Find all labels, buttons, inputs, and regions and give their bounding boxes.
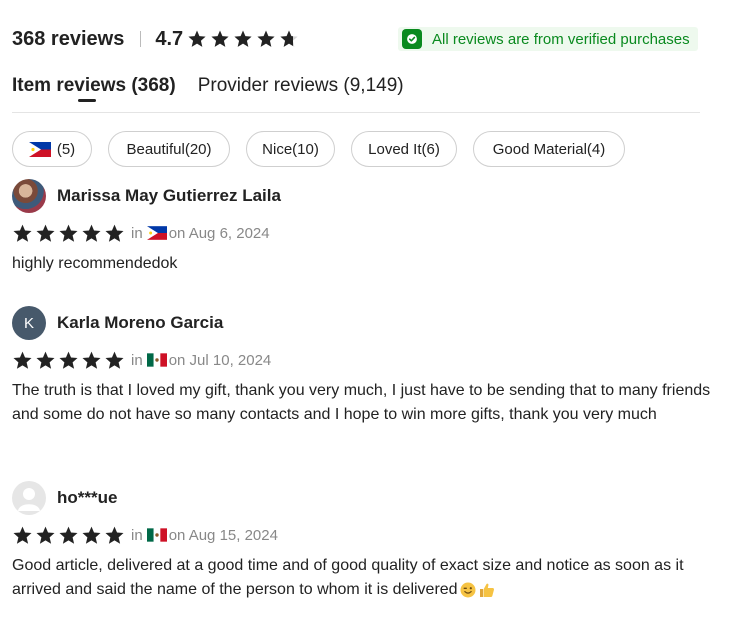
filter-chip-loved-it[interactable]: Loved It(6) xyxy=(351,131,457,167)
review-country-prefix: in xyxy=(131,526,143,544)
star-icon xyxy=(81,525,102,546)
star-icon xyxy=(81,223,102,244)
avatar xyxy=(12,179,46,213)
review-date: on Jul 10, 2024 xyxy=(168,351,272,369)
star-icon xyxy=(104,223,125,244)
wink-emoji-icon xyxy=(460,582,476,598)
star-icon xyxy=(35,525,56,546)
summary-divider xyxy=(140,31,142,47)
review-count: 368 reviews xyxy=(12,27,125,50)
star-icon xyxy=(104,350,125,371)
filter-chip-label: (5) xyxy=(56,140,76,158)
star-icon xyxy=(35,223,56,244)
review-rating-stars xyxy=(12,223,127,244)
review-text: The truth is that I loved my gift, thank… xyxy=(12,382,711,423)
star-icon xyxy=(12,525,33,546)
review-filter-chips: (5) Beautiful(20) Nice(10) Loved It(6) G… xyxy=(12,131,641,167)
star-icon xyxy=(210,29,230,49)
average-rating: 4.7 xyxy=(155,27,184,50)
verified-purchases-badge: All reviews are from verified purchases xyxy=(398,27,698,51)
filter-chip-label: Beautiful(20) xyxy=(126,140,212,158)
star-icon xyxy=(35,350,56,371)
review-text: Good article, delivered at a good time a… xyxy=(12,557,684,598)
active-tab-indicator xyxy=(78,99,96,102)
tab-provider-reviews[interactable]: Provider reviews (9,149) xyxy=(198,72,404,104)
star-icon xyxy=(12,223,33,244)
filter-chip-good-material[interactable]: Good Material(4) xyxy=(473,131,625,167)
filter-chip-beautiful[interactable]: Beautiful(20) xyxy=(108,131,230,167)
filter-chip-label: Loved It(6) xyxy=(368,140,440,158)
reviewer-name: Marissa May Gutierrez Laila xyxy=(57,186,281,205)
philippines-flag-icon xyxy=(28,141,51,157)
review-rating-stars xyxy=(12,350,127,371)
review-date: on Aug 15, 2024 xyxy=(168,526,278,544)
star-icon xyxy=(233,29,253,49)
star-icon xyxy=(81,350,102,371)
tabs-divider xyxy=(12,112,700,113)
star-icon xyxy=(58,223,79,244)
average-rating-stars xyxy=(187,29,302,49)
mexico-flag-icon xyxy=(146,528,167,542)
shield-check-icon xyxy=(402,29,422,49)
review-rating-stars xyxy=(12,525,127,546)
review-item: K Karla Moreno Garcia in on Jul 10, 2024… xyxy=(12,306,712,427)
verified-purchases-text: All reviews are from verified purchases xyxy=(432,30,690,48)
star-icon xyxy=(12,350,33,371)
review-text-container: Good article, delivered at a good time a… xyxy=(12,554,712,602)
review-item: ho***ue in on Aug 15, 2024 Good article,… xyxy=(12,481,712,602)
review-country-prefix: in xyxy=(131,351,143,369)
reviewer-name: ho***ue xyxy=(57,488,118,507)
star-icon xyxy=(58,525,79,546)
avatar: K xyxy=(12,306,46,340)
default-user-avatar-icon xyxy=(12,481,46,515)
filter-chip-label: Good Material(4) xyxy=(492,140,606,158)
mexico-flag-icon xyxy=(146,353,167,367)
review-country-prefix: in xyxy=(131,224,143,242)
philippines-flag-icon xyxy=(146,226,167,240)
star-icon xyxy=(58,350,79,371)
reviewer-name: Karla Moreno Garcia xyxy=(57,313,224,332)
star-icon xyxy=(256,29,276,49)
filter-chip-label: Nice(10) xyxy=(262,140,319,158)
filter-chip-nice[interactable]: Nice(10) xyxy=(246,131,335,167)
star-icon xyxy=(104,525,125,546)
review-date: on Aug 6, 2024 xyxy=(168,224,270,242)
review-item: Marissa May Gutierrez Laila in on Aug 6,… xyxy=(12,179,712,276)
filter-chip-philippines[interactable]: (5) xyxy=(12,131,92,167)
review-tabs: Item reviews (368) Provider reviews (9,1… xyxy=(12,72,404,104)
review-text: highly recommendedok xyxy=(12,255,178,272)
star-icon xyxy=(279,29,299,49)
star-icon xyxy=(187,29,207,49)
thumbs-up-emoji-icon xyxy=(478,582,495,598)
